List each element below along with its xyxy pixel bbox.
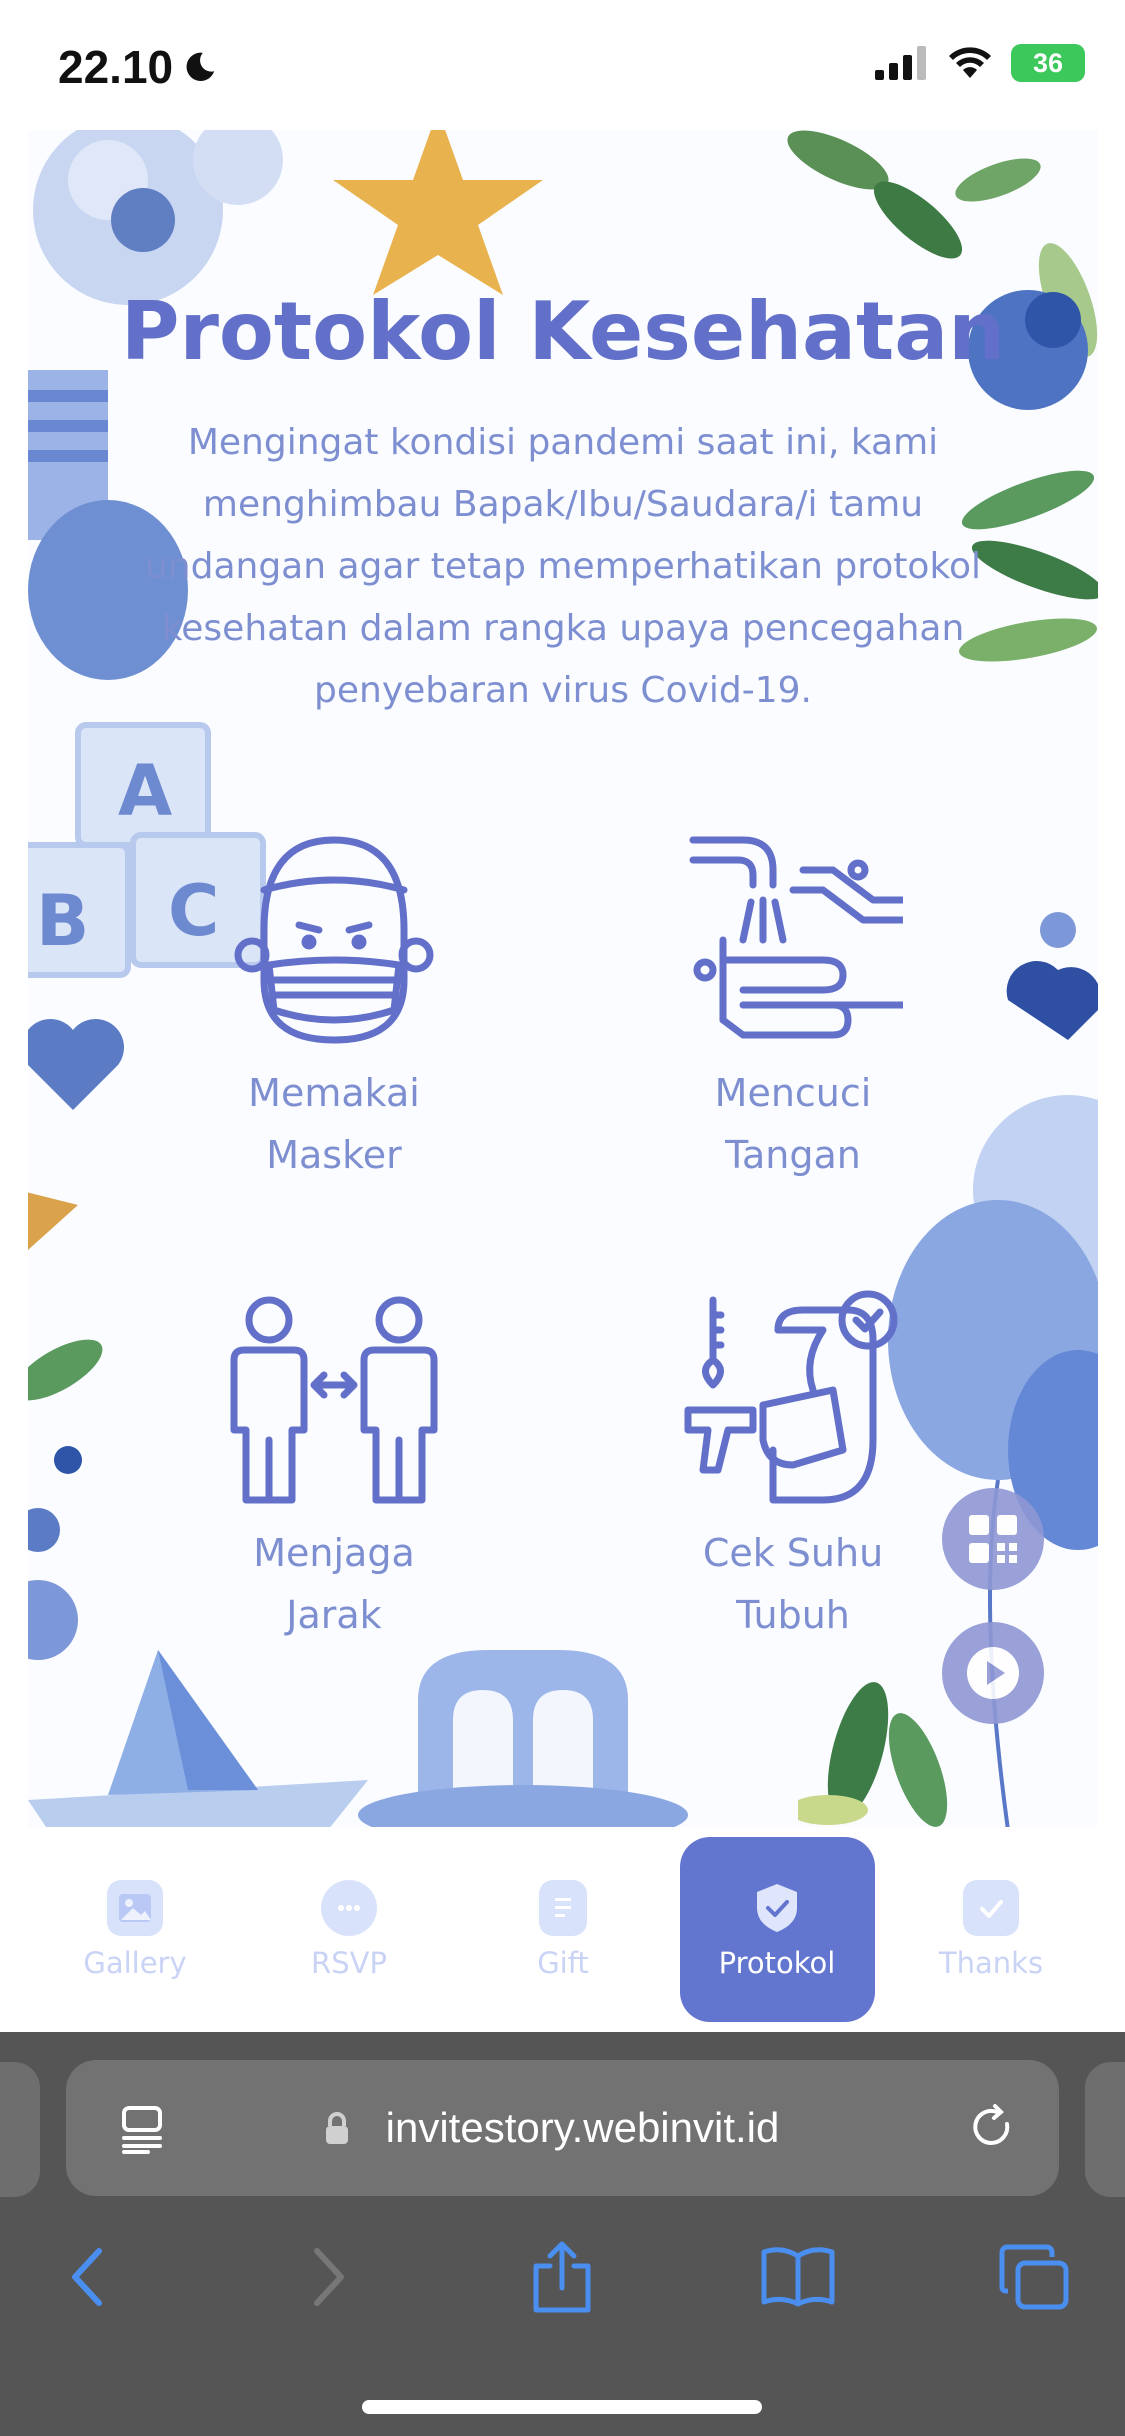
- nav-item-thanks[interactable]: Thanks: [894, 1837, 1089, 2022]
- tabs-icon: [999, 2244, 1069, 2310]
- shield-check-icon: [749, 1880, 805, 1936]
- browser-toolbar: [0, 2222, 1125, 2332]
- nav-item-gallery[interactable]: Gallery: [38, 1837, 233, 2022]
- previous-tab-peek[interactable]: [0, 2062, 40, 2197]
- block-letter-a: A: [118, 750, 172, 832]
- image-icon: [107, 1879, 163, 1936]
- nav-label-protokol: Protokol: [718, 1945, 836, 1980]
- protocol-description: Mengingat kondisi pandemi saat ini, kami…: [144, 422, 982, 711]
- nav-item-protokol[interactable]: Protokol: [679, 1837, 875, 2022]
- share-icon: [533, 2241, 591, 2313]
- protocol-item-jarak: Menjaga Jarak: [154, 1290, 514, 1646]
- bookmarks-button[interactable]: [743, 2222, 853, 2332]
- decorative-toy-arch: [358, 1650, 688, 1827]
- reload-icon[interactable]: [967, 2102, 1019, 2154]
- protocol-item-suhu: Cek Suhu Tubuh: [613, 1290, 973, 1646]
- protocol-label-jarak-line2: Jarak: [286, 1593, 382, 1637]
- status-bar: 22.10 36: [0, 0, 1125, 130]
- face-mask-icon: [234, 836, 434, 1044]
- book-icon: [761, 2247, 835, 2307]
- forward-button[interactable]: [274, 2222, 384, 2332]
- battery-level: 36: [1032, 47, 1064, 78]
- qr-code-button[interactable]: [942, 1488, 1044, 1590]
- decorative-leaves-left: [28, 1339, 103, 1660]
- status-icons: 36: [875, 44, 1085, 82]
- nav-label-gallery: Gallery: [83, 1945, 187, 1980]
- check-icon: [963, 1879, 1019, 1936]
- protocol-item-cuci-tangan: Mencuci Tangan: [613, 830, 973, 1186]
- next-tab-peek[interactable]: [1085, 2062, 1125, 2197]
- address-bar[interactable]: invitestory.webinvit.id: [66, 2060, 1059, 2196]
- chevron-right-icon: [314, 2248, 344, 2306]
- qr-code-icon: [969, 1515, 1017, 1563]
- home-indicator[interactable]: [362, 2400, 762, 2414]
- protocol-label-cuci-line2: Tangan: [725, 1133, 861, 1177]
- moon-icon: [186, 52, 215, 82]
- web-content: A B C Protokol Kesehatan Mengingat kondi…: [28, 130, 1098, 1827]
- decorative-flag-left: [28, 1192, 78, 1250]
- protocol-label-masker-line2: Masker: [266, 1133, 402, 1177]
- document-icon: [539, 1879, 587, 1936]
- share-button[interactable]: [507, 2222, 617, 2332]
- bottom-nav: Gallery RSVP Gift Protokol Thanks: [28, 1827, 1098, 2032]
- protocol-item-masker: Memakai Masker: [154, 830, 514, 1186]
- wifi-icon: [949, 47, 991, 78]
- decorative-star: [333, 130, 543, 295]
- music-play-button[interactable]: [942, 1622, 1044, 1724]
- hand-washing-icon: [689, 836, 907, 1039]
- protocol-label-jarak-line1: Menjaga: [253, 1531, 415, 1575]
- decorative-heart-left: [28, 1018, 124, 1110]
- nav-label-gift: Gift: [537, 1945, 589, 1980]
- nav-item-gift[interactable]: Gift: [466, 1837, 661, 2022]
- protocol-label-masker-line1: Memakai: [248, 1071, 420, 1115]
- nav-item-rsvp[interactable]: RSVP: [252, 1837, 447, 2022]
- status-time: 22.10: [58, 40, 217, 94]
- decorative-paper-boat: [28, 1650, 368, 1827]
- tabs-button[interactable]: [979, 2222, 1089, 2332]
- temperature-check-icon: [684, 1290, 898, 1504]
- battery-indicator: 36: [1011, 44, 1085, 82]
- url-text[interactable]: invitestory.webinvit.id: [66, 2104, 1059, 2152]
- nav-label-thanks: Thanks: [938, 1945, 1044, 1980]
- clock-text: 22.10: [58, 41, 174, 93]
- cellular-signal-icon: [875, 46, 926, 80]
- back-button[interactable]: [32, 2222, 142, 2332]
- social-distance-icon: [230, 1296, 438, 1504]
- block-letter-b: B: [36, 880, 89, 962]
- chevron-left-icon: [72, 2248, 102, 2306]
- play-icon: [967, 1647, 1019, 1699]
- nav-label-rsvp: RSVP: [311, 1945, 387, 1980]
- url-value: invitestory.webinvit.id: [385, 2104, 780, 2151]
- protocol-label-suhu-line1: Cek Suhu: [702, 1531, 884, 1575]
- page-title: Protokol Kesehatan: [120, 285, 1006, 378]
- protocol-label-suhu-line2: Tubuh: [736, 1593, 850, 1637]
- browser-chrome: invitestory.webinvit.id: [0, 2032, 1125, 2436]
- protocol-label-cuci-line1: Mencuci: [714, 1071, 872, 1115]
- chat-bubble-icon: [321, 1879, 377, 1936]
